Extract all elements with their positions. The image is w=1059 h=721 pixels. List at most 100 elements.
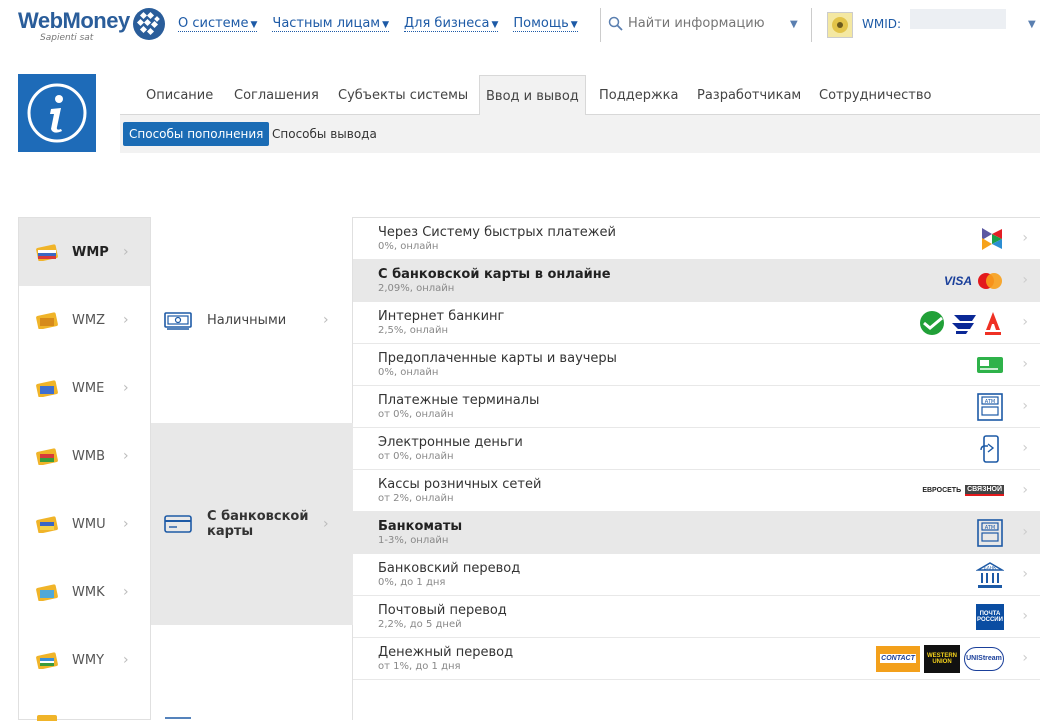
option-prepaid-cards[interactable]: Предоплаченные карты и ваучеры 0%, онлай… <box>353 344 1040 386</box>
chevron-right-icon: › <box>123 652 129 668</box>
currency-item-wmu[interactable]: WMU › <box>19 490 150 558</box>
divider <box>600 8 601 42</box>
subtab-withdraw-methods[interactable]: Способы вывода <box>266 122 383 146</box>
chevron-right-icon: › <box>1022 608 1028 624</box>
bank-icon: БАНК <box>976 561 1004 588</box>
option-internet-banking[interactable]: Интернет банкинг 2,5%, онлайн › <box>353 302 1040 344</box>
prepaid-card-icon <box>977 356 1003 373</box>
option-postal-transfer[interactable]: Почтовый перевод 2,2%, до 5 дней ПОЧТА Р… <box>353 596 1040 638</box>
method-item-cash[interactable]: Наличными › <box>151 217 353 423</box>
wallet-icon <box>36 516 58 533</box>
wallet-icon <box>36 244 58 261</box>
option-e-money[interactable]: Электронные деньги от 0%, онлайн › <box>353 428 1040 470</box>
currency-item-wmy[interactable]: WMY › <box>19 626 150 694</box>
chevron-right-icon: › <box>123 380 129 396</box>
webmoney-logo[interactable]: WebMoney Sapienti sat <box>18 8 130 43</box>
tab-cooperation[interactable]: Сотрудничество <box>819 88 932 103</box>
tab-input-output[interactable]: Ввод и вывод <box>479 75 586 116</box>
method-icon <box>165 717 191 719</box>
deposit-options-list: Через Систему быстрых платежей 0%, онлай… <box>353 217 1040 687</box>
currency-item-wmk[interactable]: WMK › <box>19 558 150 626</box>
option-atm[interactable]: Банкоматы 1-3%, онлайн ATM › <box>353 512 1040 554</box>
wmid-value <box>910 9 1006 29</box>
search-icon <box>608 16 623 31</box>
chevron-right-icon: › <box>1022 356 1028 372</box>
mastercard-logo <box>978 272 1002 289</box>
chevron-right-icon: › <box>123 516 129 532</box>
search-dropdown-icon[interactable]: ▼ <box>790 19 798 30</box>
top-header: WebMoney Sapienti sat О системе ▼ Частным… <box>0 0 1059 52</box>
logo-tagline: Sapienti sat <box>40 33 94 43</box>
currency-item-wmz[interactable]: WMZ › <box>19 286 150 354</box>
tab-support[interactable]: Поддержка <box>599 88 679 103</box>
nav-personal[interactable]: Частным лицам ▼ <box>272 16 390 32</box>
bank-card-icon <box>164 515 192 533</box>
info-section-logo <box>18 74 96 152</box>
account-dropdown-icon[interactable]: ▼ <box>1028 19 1036 30</box>
nav-help[interactable]: Помощь ▼ <box>513 16 578 32</box>
method-item-bank-card[interactable]: С банковской карты › <box>151 423 353 625</box>
tab-agreements[interactable]: Соглашения <box>234 88 319 103</box>
currency-item-next[interactable] <box>19 694 150 721</box>
option-retail-cashdesks[interactable]: Кассы розничных сетей от 2%, онлайн ЕВРО… <box>353 470 1040 512</box>
option-bank-card-online[interactable]: С банковской карты в онлайне 2,09%, онла… <box>353 260 1040 302</box>
chevron-right-icon: › <box>1022 272 1028 288</box>
chevron-right-icon: › <box>1022 314 1028 330</box>
nav-about[interactable]: О системе ▼ <box>178 16 258 32</box>
western-union-logo: WESTERN UNION <box>924 644 960 673</box>
phone-icon <box>980 434 999 463</box>
chevron-right-icon: › <box>123 244 129 260</box>
wallet-icon <box>36 312 58 329</box>
chevron-right-icon: › <box>123 448 129 464</box>
method-item-next[interactable] <box>151 707 353 720</box>
currency-item-wmb[interactable]: WMB › <box>19 422 150 490</box>
cash-icon <box>164 312 192 330</box>
section-tabs: Описание Соглашения Субъекты системы Вво… <box>120 74 1040 116</box>
option-money-transfer[interactable]: Денежный перевод от 1%, до 1 дня CONTACT… <box>353 638 1040 680</box>
unistream-logo: UNIStream <box>964 646 1004 671</box>
divider <box>811 8 812 42</box>
currency-item-wme[interactable]: WME › <box>19 354 150 422</box>
chevron-right-icon: › <box>1022 650 1028 666</box>
svg-text:ATM: ATM <box>985 399 995 405</box>
svg-text:БАНК: БАНК <box>984 565 998 571</box>
avatar[interactable] <box>827 12 853 38</box>
search-input[interactable] <box>628 16 788 31</box>
option-sbp[interactable]: Через Систему быстрых платежей 0%, онлай… <box>353 218 1040 260</box>
chevron-right-icon: › <box>123 312 129 328</box>
chevron-right-icon: › <box>1022 566 1028 582</box>
caret-down-icon: ▼ <box>250 20 258 30</box>
top-nav: О системе ▼ Частным лицам ▼ Для бизнеса ▼ П… <box>178 16 593 32</box>
chevron-right-icon: › <box>323 312 329 328</box>
tab-developers[interactable]: Разработчикам <box>697 88 801 103</box>
globe-icon <box>133 8 165 40</box>
info-icon <box>27 83 87 143</box>
subtabs: Способы пополнения Способы вывода <box>120 115 1040 153</box>
caret-down-icon: ▼ <box>570 20 578 30</box>
wallet-icon <box>36 448 58 465</box>
visa-logo: VISA <box>943 273 972 288</box>
alfabank-logo <box>985 311 1001 335</box>
currency-list: WMP › WMZ › WME › WMB › WMU › WMK › WMY … <box>18 217 150 721</box>
option-payment-terminals[interactable]: Платежные терминалы от 0%, онлайн ATM › <box>353 386 1040 428</box>
subtab-deposit-methods[interactable]: Способы пополнения <box>123 122 270 146</box>
search-box[interactable] <box>608 16 788 31</box>
svyaznoy-logo: СВЯЗНОЙ <box>965 485 1004 496</box>
tab-description[interactable]: Описание <box>146 88 213 103</box>
logo-name: WebMoney <box>18 8 130 33</box>
wallet-icon <box>36 652 58 669</box>
wmid-label[interactable]: WMID: <box>862 17 901 31</box>
atm-icon: ATM <box>977 518 1003 547</box>
user-avatar-icon <box>832 17 848 33</box>
chevron-right-icon: › <box>1022 440 1028 456</box>
tab-subjects[interactable]: Субъекты системы <box>338 88 468 103</box>
nav-business[interactable]: Для бизнеса ▼ <box>404 16 499 32</box>
sbp-logo <box>982 227 1002 250</box>
currency-item-wmp[interactable]: WMP › <box>19 218 150 286</box>
option-bank-transfer[interactable]: Банковский перевод 0%, до 1 дня БАНК › <box>353 554 1040 596</box>
sberbank-logo <box>920 310 944 335</box>
russian-post-logo: ПОЧТА РОССИИ <box>976 603 1004 630</box>
chevron-right-icon: › <box>323 516 329 532</box>
method-list: Наличными › С банковской карты › <box>150 217 353 720</box>
euroset-logo: ЕВРОСЕТЬ <box>922 487 962 494</box>
